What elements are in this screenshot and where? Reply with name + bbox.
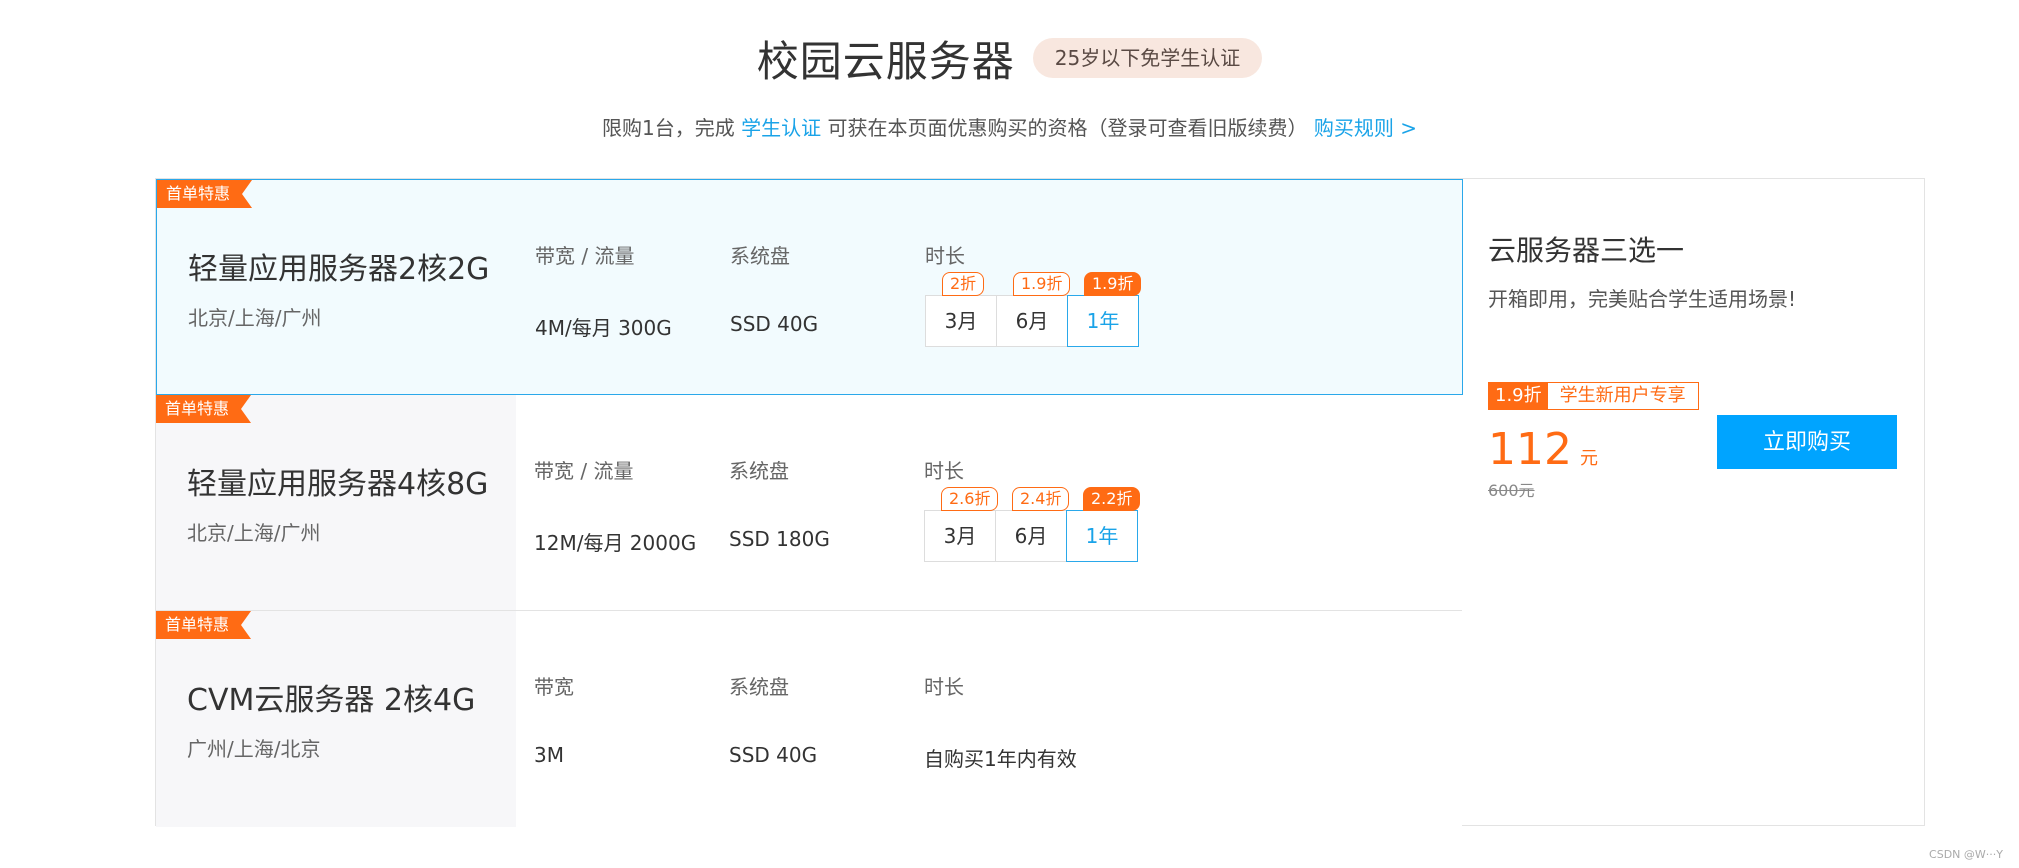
plan-name: 轻量应用服务器2核2G <box>188 252 490 287</box>
duration-option-1y[interactable]: 1.9折 1年 <box>1067 272 1142 347</box>
disk-label: 系统盘 <box>730 244 790 268</box>
duration-label: 时长 <box>925 244 965 268</box>
price-unit: 元 <box>1579 448 1598 469</box>
plan-list: 首单特惠 轻量应用服务器2核2G 北京/上海/广州 带宽 / 流量 4M/每月 … <box>155 178 1463 827</box>
discount-tag: 1.9折 <box>1013 272 1071 296</box>
promo-text: 学生新用户专享 <box>1559 385 1686 406</box>
duration-option-label: 6月 <box>1014 524 1048 548</box>
duration-option-label: 6月 <box>1015 309 1049 333</box>
discount-tag: 1.9折 <box>1084 272 1142 296</box>
purchase-rules-link[interactable]: 购买规则 > <box>1314 116 1417 140</box>
student-auth-link[interactable]: 学生认证 <box>741 116 821 140</box>
first-order-ribbon: 首单特惠 <box>156 611 251 639</box>
bandwidth-label: 带宽 <box>534 675 574 699</box>
duration-option-6m[interactable]: 2.4折 6月 <box>995 487 1070 562</box>
discount-tag: 2.6折 <box>941 487 999 511</box>
first-order-ribbon: 首单特惠 <box>157 180 252 208</box>
page-header: 校园云服务器 25岁以下免学生认证 限购1台，完成 学生认证 可获在本页面优惠购… <box>0 30 2019 141</box>
original-price: 600元 <box>1488 481 1535 500</box>
duration-option-3m[interactable]: 2折 3月 <box>925 272 997 347</box>
plan-region: 广州/上海/北京 <box>187 737 321 761</box>
first-order-ribbon: 首单特惠 <box>156 395 251 423</box>
plan-name: CVM云服务器 2核4G <box>187 683 476 718</box>
plan-region: 北京/上海/广州 <box>187 521 321 545</box>
duration-selector: 2折 3月 1.9折 6月 1.9折 1年 <box>925 272 1142 347</box>
subtitle: 限购1台，完成 学生认证 可获在本页面优惠购买的资格（登录可查看旧版续费） 购买… <box>0 112 2019 141</box>
subtitle-prefix: 限购1台，完成 <box>602 116 735 140</box>
duration-option-label: 3月 <box>943 524 977 548</box>
disk-value: SSD 180G <box>729 527 830 551</box>
duration-option-1y[interactable]: 2.2折 1年 <box>1066 487 1141 562</box>
duration-label: 时长 <box>924 459 964 483</box>
disk-value: SSD 40G <box>729 743 818 767</box>
bandwidth-value: 12M/每月 2000G <box>534 531 697 555</box>
promo-discount: 1.9折 <box>1489 383 1548 409</box>
plan-card-2c2g[interactable]: 首单特惠 轻量应用服务器2核2G 北京/上海/广州 带宽 / 流量 4M/每月 … <box>156 179 1463 395</box>
page-title: 校园云服务器 <box>756 36 1015 86</box>
plan-card-cvm-2c4g[interactable]: 首单特惠 CVM云服务器 2核4G 广州/上海/北京 带宽 3M 系统盘 SSD… <box>156 611 1463 827</box>
plan-card-4c8g[interactable]: 首单特惠 轻量应用服务器4核8G 北京/上海/广州 带宽 / 流量 12M/每月… <box>156 395 1463 611</box>
sidebar-description: 开箱即用，完美贴合学生适用场景! <box>1488 287 1797 311</box>
buy-now-button[interactable]: 立即购买 <box>1717 415 1897 469</box>
bandwidth-label: 带宽 / 流量 <box>535 244 635 268</box>
discount-tag: 2.2折 <box>1083 487 1141 511</box>
disk-label: 系统盘 <box>729 459 789 483</box>
duration-option-label: 1年 <box>1085 524 1119 548</box>
duration-option-3m[interactable]: 2.6折 3月 <box>924 487 999 562</box>
duration-value: 自购买1年内有效 <box>924 747 1077 771</box>
watermark: CSDN @W···Y <box>1929 848 2003 861</box>
student-badge: 25岁以下免学生认证 <box>1032 38 1263 78</box>
discount-tag: 2折 <box>942 272 985 296</box>
bandwidth-label: 带宽 / 流量 <box>534 459 634 483</box>
purchase-sidebar: 云服务器三选一 开箱即用，完美贴合学生适用场景! 1.9折 学生新用户专享 11… <box>1462 178 1925 826</box>
duration-option-label: 1年 <box>1086 309 1120 333</box>
disk-value: SSD 40G <box>730 312 819 336</box>
plan-region: 北京/上海/广州 <box>188 306 322 330</box>
discount-tag: 2.4折 <box>1012 487 1070 511</box>
price: 112 元 <box>1488 424 1598 475</box>
duration-option-6m[interactable]: 1.9折 6月 <box>996 272 1071 347</box>
promo-tag: 1.9折 学生新用户专享 <box>1488 382 1699 410</box>
duration-label: 时长 <box>924 675 964 699</box>
disk-label: 系统盘 <box>729 675 789 699</box>
title-row: 校园云服务器 25岁以下免学生认证 <box>0 30 2019 86</box>
duration-option-label: 3月 <box>944 309 978 333</box>
plan-name-area <box>156 611 516 827</box>
price-value: 112 <box>1488 424 1572 475</box>
sidebar-title: 云服务器三选一 <box>1488 234 1685 267</box>
offer-panel: 首单特惠 轻量应用服务器2核2G 北京/上海/广州 带宽 / 流量 4M/每月 … <box>155 178 1925 827</box>
bandwidth-value: 4M/每月 300G <box>535 316 672 340</box>
bandwidth-value: 3M <box>534 743 564 767</box>
duration-selector: 2.6折 3月 2.4折 6月 2.2折 1年 <box>924 487 1141 562</box>
subtitle-middle: 可获在本页面优惠购买的资格（登录可查看旧版续费） <box>827 116 1308 140</box>
plan-name: 轻量应用服务器4核8G <box>187 467 489 502</box>
